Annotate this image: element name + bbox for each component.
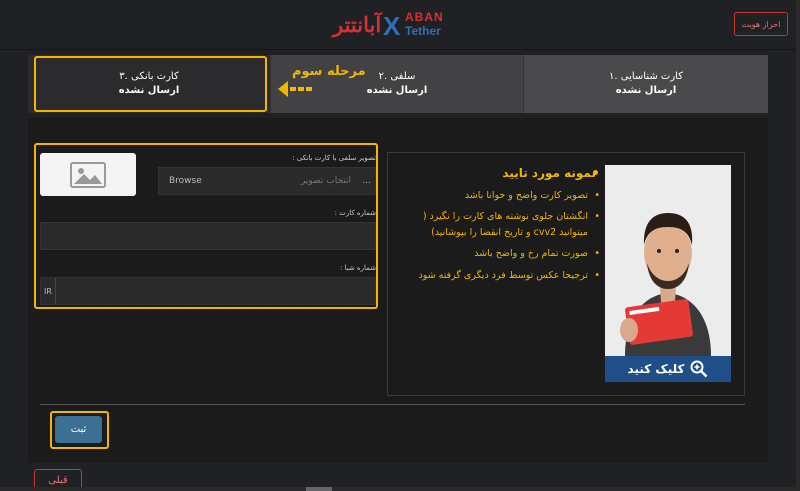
click-label: کلیک کنید xyxy=(627,362,685,376)
file-placeholder: انتخاب تصویر xyxy=(300,176,351,186)
image-preview xyxy=(40,153,136,196)
browse-button[interactable]: Browse xyxy=(169,176,202,186)
enlarge-sample-button[interactable]: کلیک کنید xyxy=(605,356,731,382)
guideline-item: انگشتان جلوی نوشته های کارت را نگیرد ( م… xyxy=(410,209,600,241)
scrollbar-thumb[interactable] xyxy=(306,487,332,491)
guideline-item: تصویر کارت واضح و خوانا باشد xyxy=(410,188,600,204)
guideline-item: ترجیحا عکس توسط فرد دیگری گرفته شود xyxy=(410,268,600,284)
sample-selfie-photo[interactable] xyxy=(605,165,731,356)
step-status: ارسال نشده xyxy=(615,85,677,96)
logo-x-mark: X xyxy=(383,11,401,41)
step-title: ۱. کارت شناسایی xyxy=(609,71,683,82)
bank-step-highlight xyxy=(34,56,267,112)
top-bar: آبانتتر X ABAN Tether احراز هویت xyxy=(0,0,800,50)
sheba-label: شماره شبا : xyxy=(339,264,376,272)
sample-guidelines: تصویر کارت واضح و خوانا باشد انگشتان جلو… xyxy=(410,188,600,289)
image-placeholder-icon xyxy=(70,161,106,188)
submit-button[interactable]: ثبت xyxy=(55,416,102,443)
logo-aban-text: ABAN xyxy=(405,10,444,24)
guideline-item: صورت تمام رخ و واضح باشد xyxy=(410,246,600,262)
sheba-separator xyxy=(55,278,56,304)
card-number-input[interactable] xyxy=(40,222,376,250)
card-number-label: شماره کارت : xyxy=(334,209,376,217)
selfie-file-input[interactable]: Browse انتخاب تصویر ... xyxy=(158,167,376,195)
sheba-prefix: IR xyxy=(44,287,52,296)
sheba-input[interactable]: IR xyxy=(40,277,376,305)
step-id-card[interactable]: ۱. کارت شناسایی ارسال نشده xyxy=(523,55,768,113)
selfie-image-label: تصویر سلفی با کارت بانکی : xyxy=(292,154,376,162)
sample-person-illustration xyxy=(605,165,731,356)
aban-tether-logo[interactable]: آبانتتر X ABAN Tether xyxy=(333,8,453,42)
vertical-scrollbar[interactable] xyxy=(796,0,800,491)
zoom-in-icon xyxy=(690,360,708,378)
logo-persian-text: آبانتتر xyxy=(333,12,382,37)
stage-three-label: مرحله سوم xyxy=(292,64,366,79)
divider xyxy=(40,404,745,405)
sample-title: نمونه مورد تایید xyxy=(502,166,596,180)
logo-tether-text: Tether xyxy=(405,24,441,38)
horizontal-scrollbar[interactable] xyxy=(0,487,800,491)
verify-identity-button[interactable]: احراز هویت xyxy=(734,12,788,36)
file-dots: ... xyxy=(362,176,371,186)
left-arrow-icon xyxy=(278,81,312,97)
